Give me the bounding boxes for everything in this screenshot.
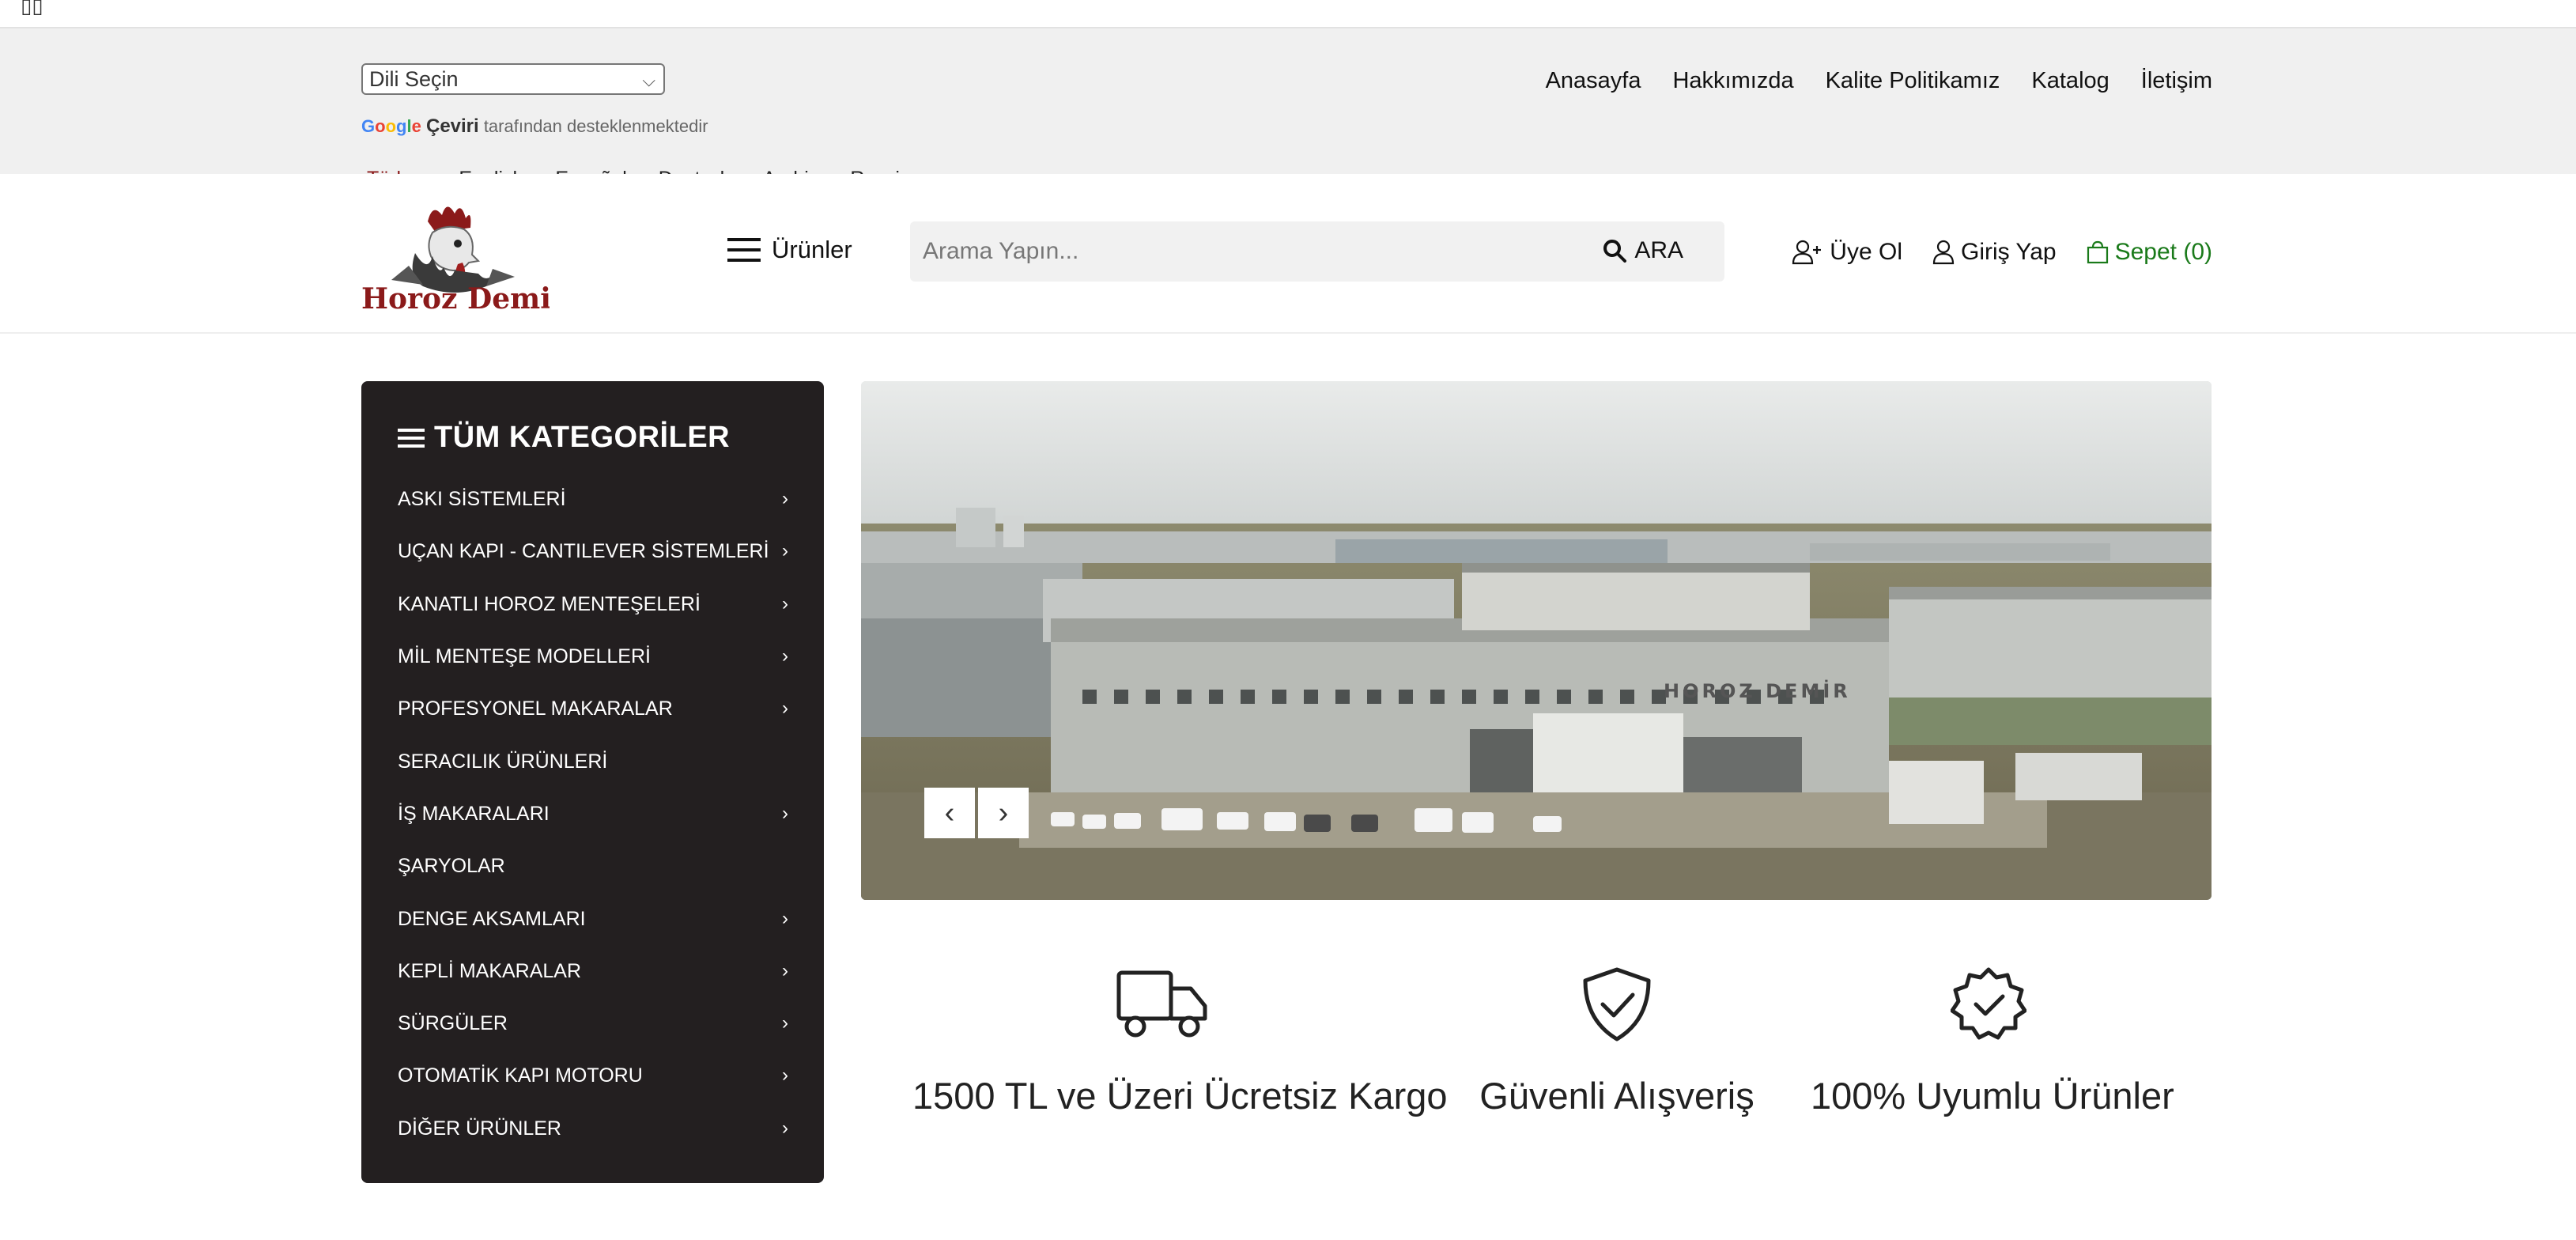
category-item-label: KEPLİ MAKARALAR (398, 959, 582, 982)
logo-text: Horoz Demir (361, 282, 550, 315)
language-select-value: Dili Seçin (369, 67, 459, 91)
feature-text: 100% Uyumlu Ürünler (1811, 1075, 2174, 1117)
search-input[interactable] (923, 221, 1555, 282)
chevron-right-icon: › (782, 1117, 788, 1139)
user-icon (1932, 240, 1955, 265)
nav-link-kalite-politikamiz[interactable]: Kalite Politikamız (1826, 66, 2000, 95)
feature-text: Güvenli Alışveriş (1479, 1075, 1754, 1117)
chevron-right-icon: › (782, 1064, 788, 1087)
category-item-label: MİL MENTEŞE MODELLERİ (398, 645, 651, 668)
category-item-denge-aksamlari[interactable]: DENGE AKSAMLARI › (398, 892, 793, 944)
hamburger-icon (398, 428, 425, 448)
shield-check-icon (1583, 967, 1651, 1042)
category-title: TÜM KATEGORİLER (398, 421, 730, 455)
feature-compatible-products: 100% Uyumlu Ürünler (1811, 965, 2174, 1117)
category-item-label: PROFESYONEL MAKARALAR (398, 698, 673, 720)
site-header: Horoz Demir Ürünler ARA (0, 174, 2576, 334)
chevron-right-icon: › (998, 796, 1009, 830)
chevron-right-icon: › (782, 802, 788, 824)
chevron-right-icon: › (782, 1012, 788, 1034)
search-button[interactable]: ARA (1603, 237, 1683, 264)
chevron-right-icon: › (782, 540, 788, 562)
nav-link-iletisim[interactable]: İletişim (2141, 66, 2212, 95)
category-item-label: OTOMATİK KAPI MOTORU (398, 1064, 643, 1087)
top-bar: Dili Seçin ⌵ Google Çeviri tarafından de… (0, 27, 2576, 190)
category-item-label: KANATLI HOROZ MENTEŞELERİ (398, 592, 701, 615)
chevron-right-icon: › (782, 907, 788, 929)
nav-link-katalog[interactable]: Katalog (2031, 66, 2109, 95)
category-item-label: DİĞER ÜRÜNLER (398, 1117, 561, 1140)
category-item-seracilik[interactable]: SERACILIK ÜRÜNLERİ (398, 735, 793, 787)
login-link[interactable]: Giriş Yap (1932, 239, 2057, 266)
chevron-right-icon: › (782, 488, 788, 510)
nav-link-anasayfa[interactable]: Anasayfa (1546, 66, 1641, 95)
chevron-down-icon: ⌵ (642, 70, 655, 90)
top-nav: Anasayfa Hakkımızda Kalite Politikamız K… (1546, 66, 2212, 95)
chevron-right-icon: › (782, 959, 788, 981)
category-item-label: ŞARYOLAR (398, 855, 505, 878)
google-translate-credit: Google Çeviri tarafından desteklenmekted… (361, 115, 708, 138)
slider-next-button[interactable]: › (978, 788, 1029, 838)
category-item-profesyonel-makaralar[interactable]: PROFESYONEL MAKARALAR › (398, 682, 793, 735)
factory-sign-text: HOROZ DEMİR (1664, 679, 1851, 702)
category-item-mil-mentese[interactable]: MİL MENTEŞE MODELLERİ › (398, 630, 793, 682)
category-item-label: SÜRGÜLER (398, 1012, 508, 1035)
category-item-is-makaralari[interactable]: İŞ MAKARALARI › (398, 788, 793, 840)
language-select[interactable]: Dili Seçin ⌵ (361, 63, 665, 95)
hamburger-icon (727, 238, 761, 262)
chevron-right-icon: › (782, 645, 788, 667)
category-item-diger-urunler[interactable]: DİĞER ÜRÜNLER › (398, 1102, 793, 1155)
login-label: Giriş Yap (1960, 239, 2057, 265)
badge-check-icon (1951, 967, 2026, 1040)
category-item-ucan-kapi[interactable]: UÇAN KAPI - CANTILEVER SİSTEMLERİ › (398, 525, 793, 577)
slider-controls: ‹ › (924, 788, 1029, 838)
feature-text: 1500 TL ve Üzeri Ücretsiz Kargo (912, 1075, 1448, 1117)
category-item-surguler[interactable]: SÜRGÜLER › (398, 997, 793, 1049)
category-item-kepli-makaralar[interactable]: KEPLİ MAKARALAR › (398, 945, 793, 997)
products-menu-label: Ürünler (772, 236, 852, 263)
feature-secure-shopping: Güvenli Alışveriş (1479, 965, 1755, 1117)
site-logo[interactable]: Horoz Demir (360, 198, 567, 316)
category-item-kanatli-horoz[interactable]: KANATLI HOROZ MENTEŞELERİ › (398, 578, 793, 630)
register-label: Üye Ol (1830, 239, 1902, 265)
feature-free-shipping: 1500 TL ve Üzeri Ücretsiz Kargo (912, 965, 1448, 1117)
category-item-label: UÇAN KAPI - CANTILEVER SİSTEMLERİ (398, 540, 769, 563)
category-item-label: DENGE AKSAMLARI (398, 907, 586, 930)
translate-credit-text: tarafından desteklenmektedir (483, 116, 708, 136)
register-link[interactable]: Üye Ol (1792, 239, 1902, 266)
category-item-label: SERACILIK ÜRÜNLERİ (398, 750, 608, 773)
category-item-saryolar[interactable]: ŞARYOLAR (398, 840, 793, 892)
cart-label: Sepet (0) (2114, 239, 2212, 265)
shopping-bag-icon (2087, 240, 2108, 264)
translate-brand[interactable]: Çeviri (426, 115, 479, 137)
cart-link[interactable]: Sepet (0) (2087, 239, 2212, 266)
account-links: Üye Ol Giriş Yap Sepet (0) (1792, 239, 2212, 266)
chevron-right-icon: › (782, 698, 788, 720)
page: ▯▯ Dili Seçin ⌵ Google Çeviri tarafından… (0, 0, 2576, 1240)
factory-aerial-image: HOROZ DEMİR (861, 381, 2212, 900)
truck-icon (1116, 970, 1207, 1038)
google-logo: Google (361, 116, 421, 136)
category-item-label: ASKI SİSTEMLERİ (398, 488, 566, 511)
hero-slider[interactable]: HOROZ DEMİR ‹ › (861, 381, 2212, 900)
category-item-otomatik-kapi-motoru[interactable]: OTOMATİK KAPI MOTORU › (398, 1049, 793, 1102)
nav-link-hakkimizda[interactable]: Hakkımızda (1672, 66, 1793, 95)
slider-prev-button[interactable]: ‹ (924, 788, 975, 838)
category-item-aski-sistemleri[interactable]: ASKI SİSTEMLERİ › (398, 473, 793, 525)
search-box: ARA (910, 221, 1724, 282)
category-item-label: İŞ MAKARALARI (398, 802, 550, 825)
category-list: ASKI SİSTEMLERİ › UÇAN KAPI - CANTILEVER … (398, 473, 793, 1155)
chevron-left-icon: ‹ (944, 796, 955, 830)
products-menu-button[interactable]: Ürünler (727, 236, 852, 264)
category-title-text: TÜM KATEGORİLER (434, 421, 731, 454)
window-grid-icon: ▯▯ (21, 0, 43, 18)
category-panel: TÜM KATEGORİLER ASKI SİSTEMLERİ › UÇAN KA… (361, 381, 824, 1183)
user-plus-icon (1792, 240, 1822, 265)
rooster-logo-icon: Horoz Demir (361, 206, 567, 316)
search-button-label: ARA (1634, 237, 1683, 263)
chevron-right-icon: › (782, 592, 788, 614)
search-icon (1603, 240, 1627, 263)
